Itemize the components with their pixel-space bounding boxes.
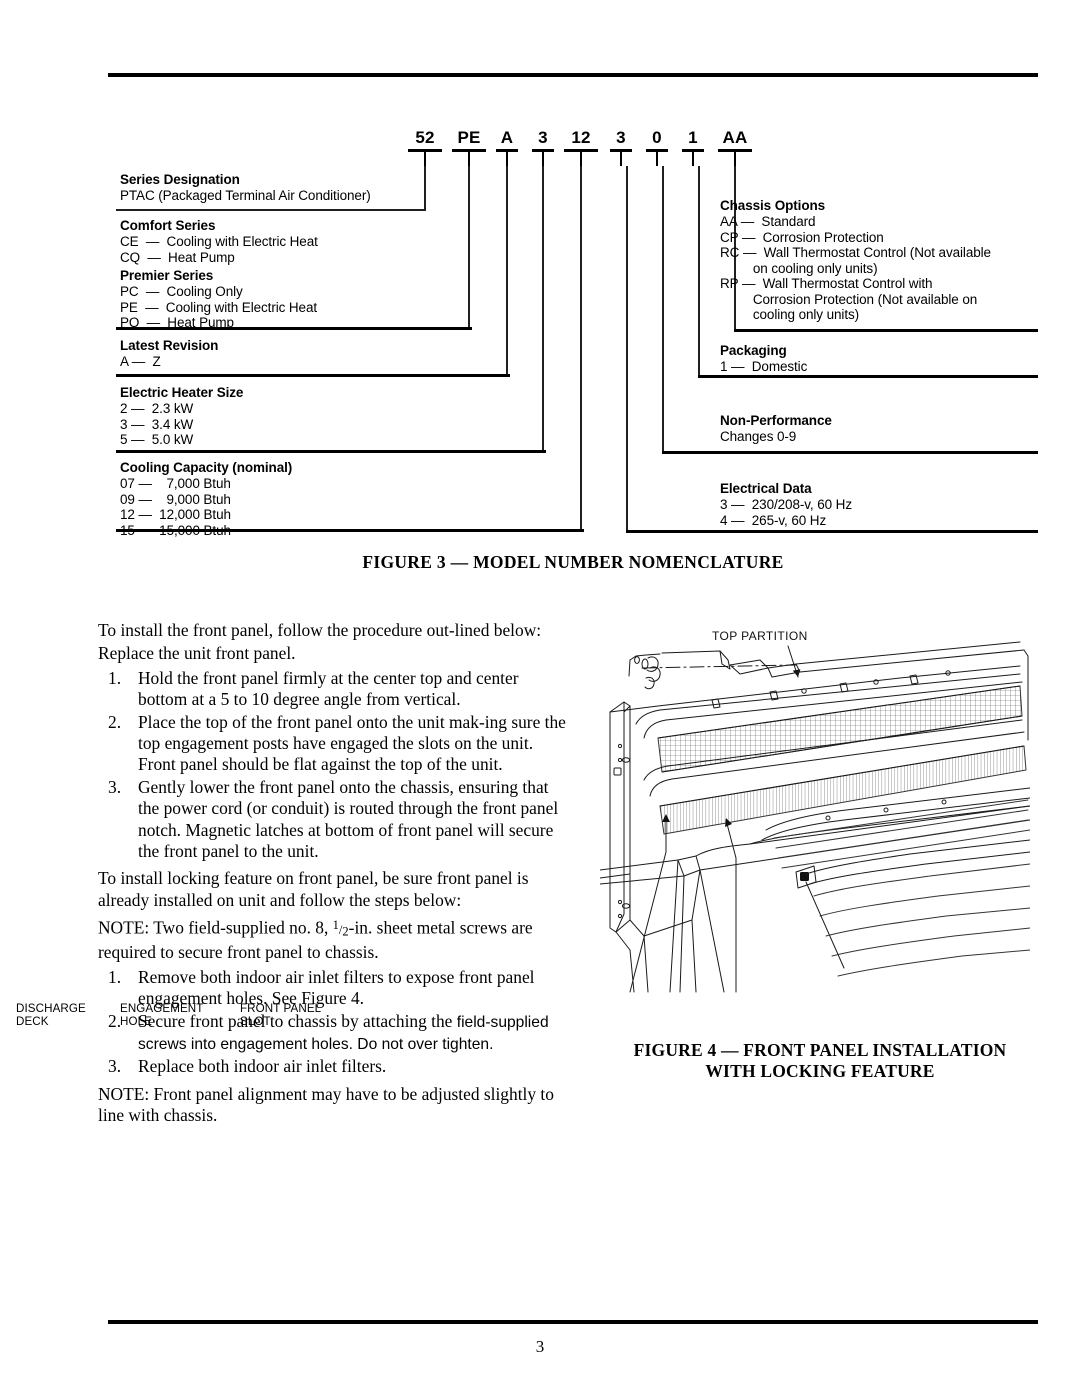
model-segment: AA — [718, 128, 752, 166]
figure-4-caption: FIGURE 4 — FRONT PANEL INSTALLATION WITH… — [633, 1040, 1007, 1081]
ptac-unit-line-drawing: TOP PARTITION — [600, 620, 1030, 993]
leader-horizontal — [116, 450, 546, 453]
segment-stub — [580, 152, 582, 166]
list-text: Gently lower the front panel onto the ch… — [138, 776, 559, 862]
document-page: 52 PE A 3 12 3 0 1 AA Series Designation… — [0, 0, 1080, 1397]
fraction-numerator: 1 — [332, 917, 339, 932]
segment-stub — [506, 152, 508, 166]
svg-text:TOP PARTITION: TOP PARTITION — [712, 629, 808, 643]
label-chassis-options: Chassis Options AA — Standard CP — Corro… — [720, 198, 991, 322]
list-text: Replace both indoor air inlet filters. — [138, 1056, 387, 1077]
footer-rule — [108, 1320, 1038, 1324]
label-comfort-series: Comfort Series CE — Cooling with Electri… — [120, 218, 318, 265]
segment-stub — [656, 152, 658, 166]
leader-vertical — [698, 166, 700, 377]
label-packaging: Packaging 1 — Domestic — [720, 343, 808, 374]
model-segment: 12 — [564, 128, 598, 166]
list-number: 1. — [108, 667, 122, 688]
label-cooling-capacity: Cooling Capacity (nominal) 07 — 7,000 Bt… — [120, 460, 293, 538]
front-panel-steps-list: 1. Hold the front panel firmly at the ce… — [98, 668, 568, 863]
header-rule — [108, 73, 1038, 77]
leader-vertical — [424, 166, 426, 211]
list-number: 2. — [108, 711, 122, 732]
model-number-string: 52 PE A 3 12 3 0 1 AA — [108, 128, 1038, 170]
figure-3-nomenclature-diagram: 52 PE A 3 12 3 0 1 AA Series Designation… — [108, 110, 1038, 572]
model-segment: 1 — [682, 128, 704, 166]
model-segment: A — [496, 128, 518, 166]
figure-4-illustration: TOP PARTITION — [600, 620, 1040, 993]
intro-paragraph-3: To install locking feature on front pane… — [98, 868, 529, 910]
note-alignment: NOTE: Front panel alignment may have to … — [98, 1083, 554, 1126]
label-series-designation: Series Designation PTAC (Packaged Termin… — [120, 172, 371, 203]
fraction-one-half: 1/2 — [332, 917, 349, 939]
leader-vertical — [542, 166, 544, 452]
segment-stub — [468, 152, 470, 166]
leader-horizontal — [116, 209, 426, 211]
leader-vertical — [626, 166, 628, 532]
list-number: 3. — [108, 776, 122, 797]
list-item: 2. Place the top of the front panel onto… — [98, 712, 568, 776]
list-item: 3. Replace both indoor air inlet filters… — [98, 1056, 568, 1077]
model-segment: 52 — [408, 128, 442, 166]
label-premier-series: Premier Series PC — Cooling Only PE — Co… — [120, 268, 318, 330]
model-segment: PE — [452, 128, 486, 166]
label-electrical-data: Electrical Data 3 — 230/208-v, 60 Hz 4 —… — [720, 481, 852, 528]
segment-stub — [424, 152, 426, 166]
list-item: 1. Hold the front panel firmly at the ce… — [98, 668, 568, 711]
intro-paragraph-2: Replace the unit front panel. — [98, 643, 296, 664]
note-text-before-fraction: NOTE: Two field-supplied no. 8, — [98, 917, 333, 938]
leader-horizontal — [662, 451, 1038, 454]
segment-stub — [734, 152, 736, 166]
list-number: 3. — [108, 1056, 122, 1077]
leader-vertical — [506, 166, 508, 376]
label-non-performance: Non-Performance Changes 0-9 — [720, 413, 832, 444]
model-segment: 0 — [646, 128, 668, 166]
leader-vertical — [580, 166, 582, 531]
intro-paragraph-1: To install the front panel, follow the p… — [98, 620, 542, 640]
list-item: 2. Secure front panel to chassis by atta… — [98, 1011, 568, 1056]
label-electric-heater-size: Electric Heater Size 2 — 2.3 kW 3 — 3.4 … — [120, 385, 244, 447]
leader-horizontal — [626, 530, 1038, 533]
leader-vertical — [468, 166, 470, 329]
segment-stub — [692, 152, 694, 166]
instructions-column: To install the front panel, follow the p… — [98, 620, 568, 1130]
list-number: 1. — [108, 966, 122, 987]
list-item: 3. Gently lower the front panel onto the… — [98, 777, 568, 863]
leader-horizontal — [734, 329, 1038, 332]
segment-stub — [620, 152, 622, 166]
label-latest-revision: Latest Revision A — Z — [120, 338, 219, 369]
list-text: Hold the front panel firmly at the cente… — [138, 667, 519, 710]
leader-horizontal — [698, 375, 1038, 378]
leader-horizontal — [116, 374, 510, 377]
page-number: 3 — [535, 1337, 545, 1356]
model-segment: 3 — [610, 128, 632, 166]
locking-feature-steps-list: 1. Remove both indoor air inlet filters … — [98, 967, 568, 1078]
model-segment: 3 — [532, 128, 554, 166]
list-text: Place the top of the front panel onto th… — [138, 711, 566, 775]
note-screws: NOTE: Two field-supplied no. 8, 1/2-in. … — [98, 914, 568, 964]
figure-3-caption: FIGURE 3 — MODEL NUMBER NOMENCLATURE — [362, 552, 784, 572]
segment-stub — [542, 152, 544, 166]
leader-vertical — [662, 166, 664, 453]
